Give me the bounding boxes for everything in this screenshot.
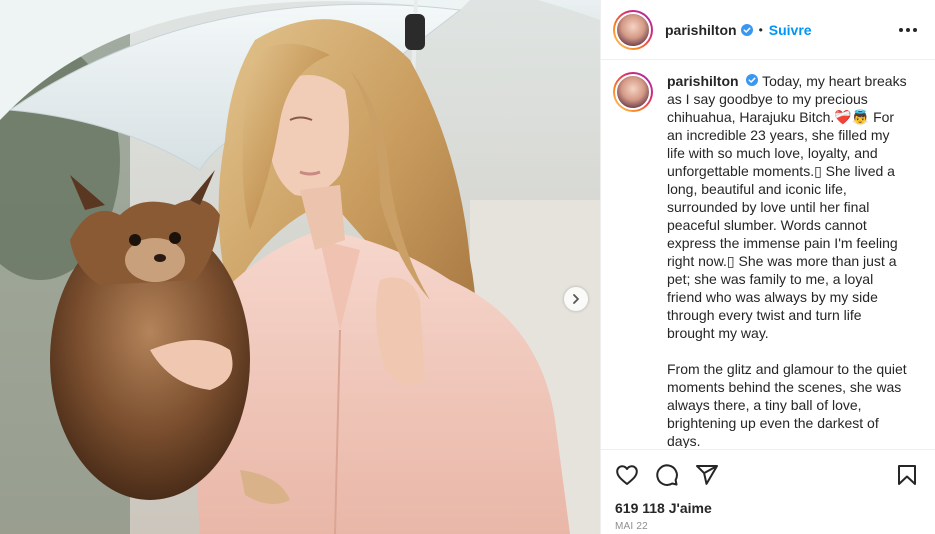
caption-body-1: Today, my heart breaks as I say goodbye … (667, 73, 911, 341)
caption-username-link[interactable]: parishilton (667, 73, 739, 89)
comment-icon[interactable] (655, 463, 679, 487)
post-date[interactable]: MAI 22 (615, 521, 919, 532)
caption-avatar[interactable] (613, 72, 653, 112)
verified-badge-icon (746, 74, 759, 86)
avatar[interactable] (613, 9, 653, 50)
photo-illustration (0, 0, 600, 534)
verified-badge-icon (740, 23, 753, 36)
post-actions: 619 118 J'aime MAI 22 (601, 449, 935, 532)
carousel-next-button[interactable] (564, 287, 588, 311)
likes-count[interactable]: 619 118 J'aime (615, 500, 919, 516)
caption: parishilton Today, my heart breaks as I … (613, 72, 919, 448)
chevron-right-icon (573, 294, 579, 304)
separator-dot: • (758, 22, 763, 37)
bookmark-icon[interactable] (895, 463, 919, 487)
post-photo[interactable] (0, 0, 600, 534)
username-link[interactable]: parishilton (665, 22, 737, 38)
post-header: parishilton • Suivre (601, 0, 935, 60)
caption-text: parishilton Today, my heart breaks as I … (667, 72, 907, 448)
follow-button[interactable]: Suivre (769, 22, 812, 38)
heart-icon[interactable] (615, 463, 639, 487)
caption-paragraph-2: From the glitz and glamour to the quiet … (667, 361, 911, 448)
comments-section[interactable]: parishilton Today, my heart breaks as I … (601, 60, 935, 448)
caption-paragraph-1: parishilton Today, my heart breaks as I … (667, 72, 907, 342)
more-options-icon[interactable] (893, 22, 923, 38)
action-bar (615, 462, 919, 488)
share-icon[interactable] (695, 463, 719, 487)
post-side-panel: parishilton • Suivre parishilton Today, … (600, 0, 935, 534)
